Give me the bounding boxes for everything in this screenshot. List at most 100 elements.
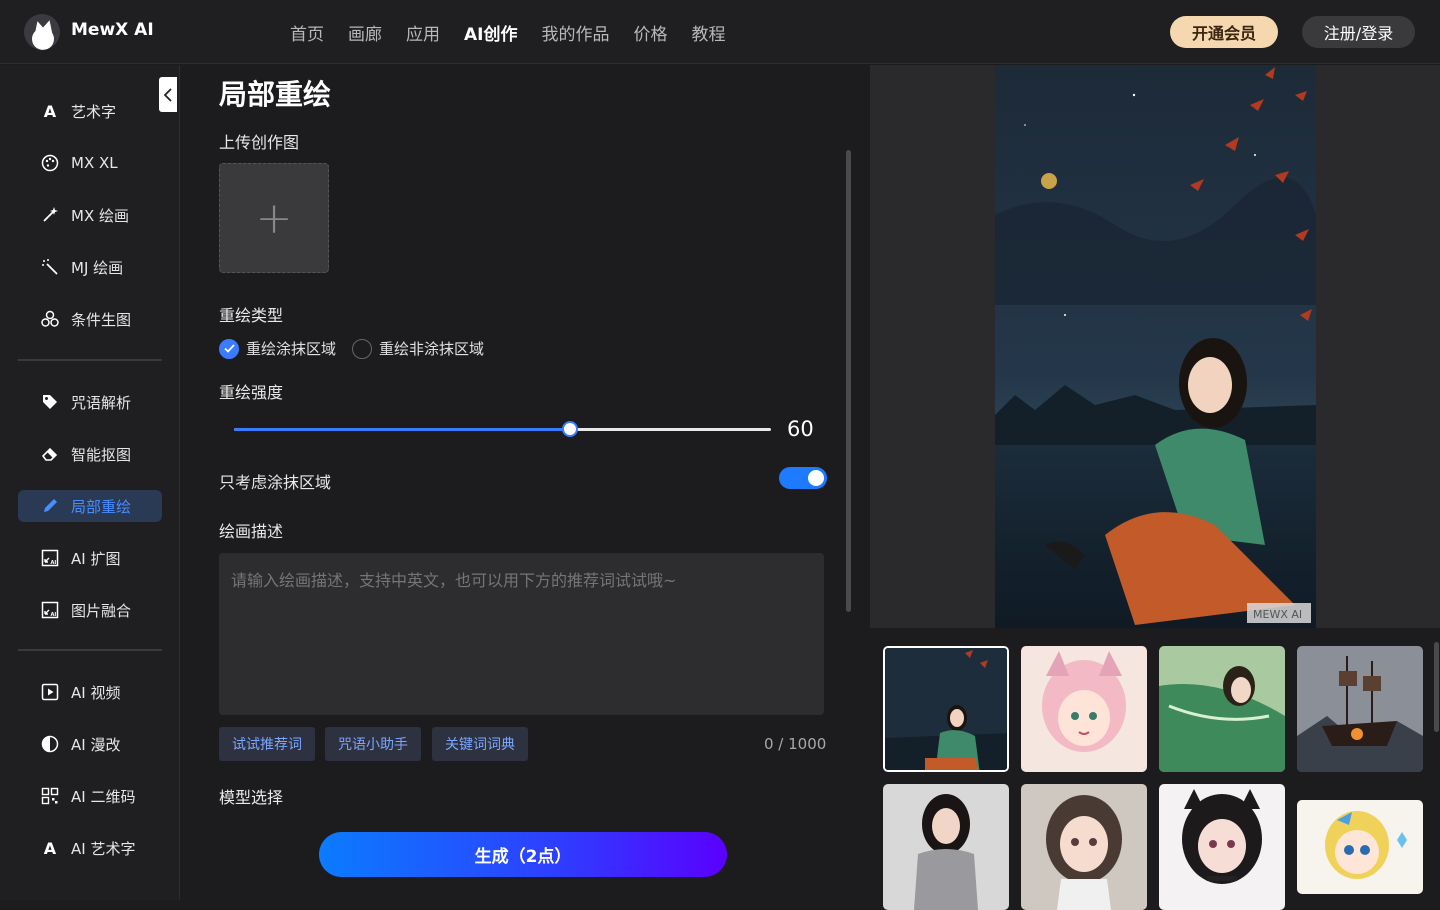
sidebar-item-partial-redraw[interactable]: 局部重绘 [18, 490, 162, 522]
top-bar: MewX AI 首页 画廊 应用 AI创作 我的作品 价格 教程 开通会员 注册… [0, 0, 1440, 64]
thumbnail-scrollbar[interactable] [1434, 642, 1439, 732]
sidebar-item-mx-draw[interactable]: MX 绘画 [18, 199, 162, 231]
thumbnail-item[interactable] [1159, 646, 1285, 772]
strength-value: 60 [787, 417, 814, 441]
sidebar-item-label: MJ 绘画 [71, 258, 124, 277]
sidebar-item-label: 咒语解析 [71, 393, 132, 412]
qrcode-icon [39, 787, 61, 805]
sidebar-item-label: 条件生图 [71, 310, 132, 329]
only-mask-label: 只考虑涂抹区域 [219, 473, 332, 492]
nav-gallery[interactable]: 画廊 [348, 20, 382, 45]
sidebar-item-art-text[interactable]: A 艺术字 [18, 95, 162, 127]
thumbnail-item[interactable] [883, 646, 1009, 772]
sidebar-item-smart-cutout[interactable]: 智能抠图 [18, 438, 162, 470]
sidebar-item-condition-gen[interactable]: 条件生图 [18, 303, 162, 335]
sidebar-item-mx-xl[interactable]: MX XL [18, 147, 162, 179]
redraw-type-label: 重绘类型 [219, 306, 284, 325]
prompt-label: 绘画描述 [219, 522, 284, 541]
expand-image-icon: AI [39, 549, 61, 567]
vip-button[interactable]: 开通会员 [1170, 16, 1278, 48]
slider-handle[interactable] [561, 421, 578, 437]
upload-label: 上传创作图 [219, 133, 300, 152]
svg-text:AI: AI [51, 560, 57, 566]
sidebar-item-label: AI 视频 [71, 683, 121, 702]
nav-pricing[interactable]: 价格 [633, 20, 667, 45]
char-counter: 0 / 1000 [764, 735, 827, 753]
thumbnail-item[interactable] [1021, 646, 1147, 772]
letter-a-icon: A [43, 101, 57, 121]
eraser-icon [39, 445, 61, 463]
radio-redraw-unmasked[interactable] [352, 338, 373, 359]
prompt-input[interactable] [219, 553, 824, 715]
nav-apps[interactable]: 应用 [406, 20, 440, 45]
thumbnail-grid [870, 628, 1440, 910]
preview-area: MEWX AI [870, 65, 1440, 628]
sidebar-item-ai-expand[interactable]: AI AI 扩图 [18, 542, 162, 574]
sidebar-item-image-fusion[interactable]: AI 图片融合 [18, 594, 162, 626]
video-play-icon [39, 683, 61, 701]
sidebar-item-label: MX 绘画 [71, 206, 129, 225]
redraw-type-group: 重绘涂抹区域 重绘非涂抹区域 [219, 338, 484, 359]
merge-image-icon: AI [39, 601, 61, 619]
strength-slider[interactable] [234, 421, 771, 437]
palette-icon [39, 154, 61, 172]
thumbnail-item[interactable] [1159, 784, 1285, 910]
sidebar-item-ai-qrcode[interactable]: AI 二维码 [18, 780, 162, 812]
thumbnail-item[interactable] [883, 784, 1009, 910]
pencil-icon [39, 497, 61, 515]
sidebar-item-prompt-parse[interactable]: 咒语解析 [18, 386, 162, 418]
half-circle-icon [39, 735, 61, 753]
nodes-icon [39, 310, 61, 328]
letter-a-icon: A [43, 838, 57, 858]
chevron-left-icon [163, 87, 172, 102]
check-icon [223, 344, 235, 353]
sidebar-item-mj-draw[interactable]: MJ 绘画 [18, 251, 162, 283]
brand-name[interactable]: MewX AI [71, 20, 154, 40]
magic-wand-icon [39, 206, 61, 224]
generate-button[interactable]: 生成（2点） [319, 832, 727, 877]
watermark-text: MEWX AI [1253, 608, 1302, 621]
page-title: 局部重绘 [219, 78, 332, 111]
sidebar-item-ai-art-text[interactable]: A AI 艺术字 [18, 832, 162, 864]
nav-my-works[interactable]: 我的作品 [541, 20, 609, 45]
sidebar-item-label: 局部重绘 [71, 497, 132, 516]
preview-image: MEWX AI [995, 65, 1316, 628]
radio-label[interactable]: 重绘涂抹区域 [246, 338, 336, 359]
main-nav: 首页 画廊 应用 AI创作 我的作品 价格 教程 [290, 20, 725, 45]
nav-ai-create[interactable]: AI创作 [464, 20, 517, 45]
nav-tutorial[interactable]: 教程 [691, 20, 725, 45]
sidebar-divider [18, 649, 162, 651]
sidebar-item-label: AI 扩图 [71, 549, 121, 568]
try-recommend-button[interactable]: 试试推荐词 [219, 727, 315, 761]
thumbnail-item[interactable] [1021, 784, 1147, 910]
sidebar-item-ai-video[interactable]: AI 视频 [18, 676, 162, 708]
sidebar-item-ai-comic[interactable]: AI 漫改 [18, 728, 162, 760]
radio-redraw-masked[interactable] [219, 338, 239, 359]
radio-label[interactable]: 重绘非涂抹区域 [379, 338, 484, 359]
keyword-dict-button[interactable]: 关键词词典 [432, 727, 528, 761]
sidebar: A 艺术字 MX XL MX 绘画 MJ 绘画 条件生图 咒语解析 智能抠图 局… [0, 65, 180, 900]
prompt-helper-button[interactable]: 咒语小助手 [325, 727, 421, 761]
logo-cat-icon[interactable] [24, 14, 60, 50]
thumbnail-item[interactable] [1297, 800, 1423, 894]
svg-text:AI: AI [51, 612, 57, 618]
only-mask-toggle[interactable] [779, 467, 827, 489]
nav-home[interactable]: 首页 [290, 20, 324, 45]
model-select-label: 模型选择 [219, 788, 284, 807]
tag-icon [39, 393, 61, 411]
sidebar-divider [18, 359, 162, 361]
sidebar-item-label: AI 漫改 [71, 735, 121, 754]
collapse-sidebar-button[interactable] [159, 77, 177, 112]
sparkle-wand-icon [39, 258, 61, 276]
sidebar-item-label: AI 艺术字 [71, 839, 136, 858]
thumbnail-item[interactable] [1297, 646, 1423, 772]
sidebar-item-label: AI 二维码 [71, 787, 136, 806]
redraw-panel: 局部重绘 上传创作图 + 重绘类型 重绘涂抹区域 重绘非涂抹区域 重绘强度 60… [181, 65, 852, 900]
login-button[interactable]: 注册/登录 [1302, 16, 1415, 48]
panel-scrollbar[interactable] [846, 150, 851, 612]
upload-image-box[interactable]: + [219, 163, 329, 273]
slider-fill [234, 428, 570, 431]
sidebar-item-label: 艺术字 [71, 102, 117, 121]
sidebar-item-label: 图片融合 [71, 601, 132, 620]
plus-icon: + [255, 192, 293, 244]
